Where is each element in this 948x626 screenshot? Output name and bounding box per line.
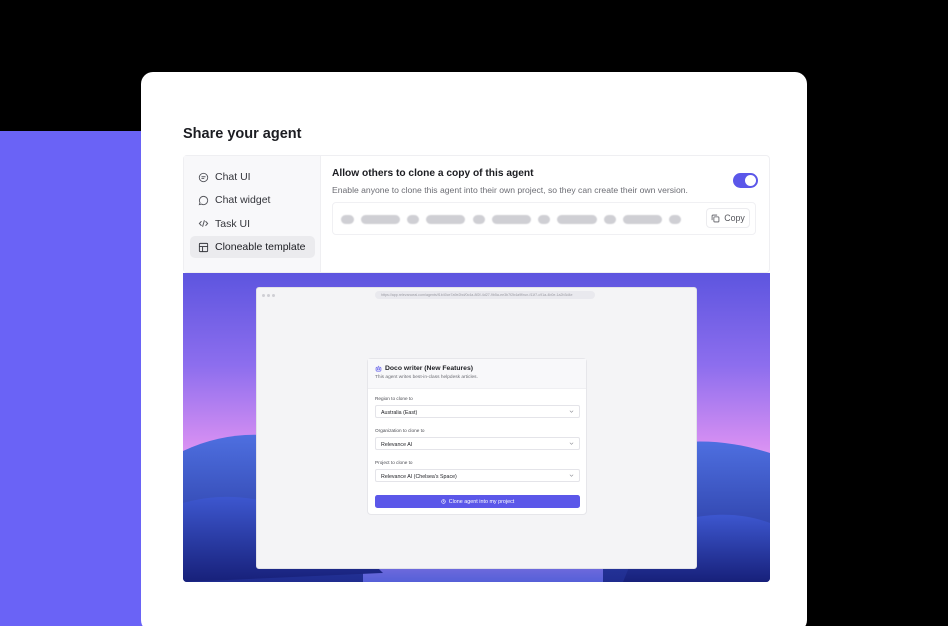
agent-subtitle: This agent writes best-in-class helpdesk…	[375, 375, 478, 380]
sidebar-item-cloneable-template[interactable]: Cloneable template	[190, 236, 315, 259]
region-select[interactable]: Australia (East)	[375, 405, 580, 418]
redacted-link-segment	[426, 215, 465, 224]
message-circle-icon	[198, 195, 209, 206]
sidebar-item-label: Cloneable template	[215, 241, 306, 254]
form-header: Doco writer (New Features) This agent wr…	[368, 359, 586, 389]
copy-link-button[interactable]: Copy	[706, 208, 750, 228]
copy-icon	[711, 214, 720, 222]
code-icon	[198, 218, 209, 229]
agent-title-text: Doco writer (New Features)	[385, 365, 474, 372]
clone-settings-title: Allow others to clone a copy of this age…	[332, 168, 534, 179]
project-select[interactable]: Relevance AI (Chelsea's Space)	[375, 469, 580, 482]
chat-bubble-icon	[198, 172, 209, 183]
share-sidebar: Chat UI Chat widget Task UI Cloneable te…	[184, 156, 321, 272]
clone-preview-image: https://app.relevanceai.com/agents/f1b40…	[183, 273, 770, 582]
redacted-link-segment	[407, 215, 419, 224]
browser-window: https://app.relevanceai.com/agents/f1b40…	[256, 287, 697, 569]
region-value: Australia (East)	[381, 409, 418, 416]
share-options-panel: Chat UI Chat widget Task UI Cloneable te…	[183, 155, 770, 273]
organization-select[interactable]: Relevance AI	[375, 437, 580, 450]
project-label: Project to clone to	[375, 460, 413, 465]
redacted-link-segment	[341, 215, 354, 224]
decorative-purple-block	[0, 131, 160, 626]
sidebar-item-label: Chat UI	[215, 171, 251, 183]
window-controls	[262, 293, 277, 297]
sidebar-item-label: Task UI	[215, 217, 251, 230]
redacted-link-segment	[557, 215, 597, 224]
project-value: Relevance AI (Chelsea's Space)	[381, 473, 457, 480]
clone-agent-button[interactable]: Clone agent into my project	[375, 495, 580, 508]
window-dot	[267, 293, 270, 297]
share-agent-card: Share your agent Chat UI Chat widget Tas…	[141, 72, 807, 626]
clone-settings: Allow others to clone a copy of this age…	[332, 156, 769, 272]
share-link-row: Copy	[332, 202, 756, 235]
redacted-link-segment	[492, 215, 531, 224]
redacted-link-segment	[623, 215, 662, 224]
organization-value: Relevance AI	[381, 441, 413, 448]
sidebar-item-task-ui[interactable]: Task UI	[190, 213, 315, 235]
window-dot	[272, 293, 275, 297]
redacted-link-segment	[669, 215, 681, 224]
browser-address-bar[interactable]: https://app.relevanceai.com/agents/f1b40…	[375, 291, 595, 299]
sidebar-item-chat-widget[interactable]: Chat widget	[190, 189, 315, 211]
organization-label: Organization to clone to	[375, 428, 425, 433]
clone-settings-description: Enable anyone to clone this agent into t…	[332, 185, 688, 195]
chevron-down-icon	[569, 442, 574, 445]
sidebar-item-chat-ui[interactable]: Chat UI	[190, 166, 315, 188]
copy-label: Copy	[724, 213, 745, 223]
robot-icon	[375, 365, 382, 372]
sidebar-item-label: Chat widget	[215, 194, 271, 207]
browser-toolbar: https://app.relevanceai.com/agents/f1b40…	[257, 288, 696, 302]
redacted-link-segment	[604, 215, 616, 224]
page-title: Share your agent	[183, 126, 302, 142]
toggle-knob	[745, 175, 756, 186]
agent-title: Doco writer (New Features)	[375, 365, 579, 372]
clone-button-label: Clone agent into my project	[448, 498, 515, 505]
chevron-down-icon	[569, 474, 574, 477]
clone-agent-form: Doco writer (New Features) This agent wr…	[367, 358, 587, 515]
redacted-link-segment	[473, 215, 485, 224]
clone-icon	[441, 499, 446, 504]
window-dot	[262, 293, 265, 297]
redacted-link-segment	[538, 215, 550, 224]
redacted-link-segment	[361, 215, 400, 224]
template-layout-icon	[198, 242, 209, 253]
chevron-down-icon	[569, 410, 574, 413]
region-label: Region to clone to	[375, 396, 413, 401]
allow-clone-toggle[interactable]	[733, 173, 758, 188]
